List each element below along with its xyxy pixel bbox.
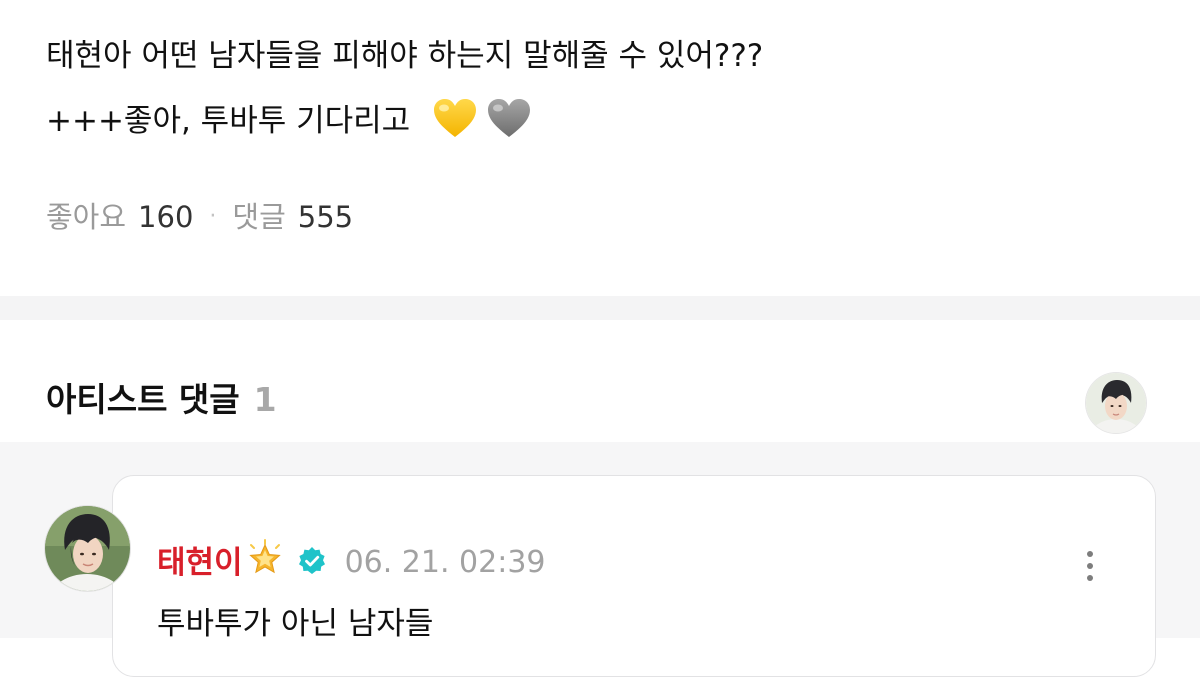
comments-count[interactable]: 555 xyxy=(298,199,353,235)
heart-emojis xyxy=(432,97,532,139)
comment-timestamp: 06. 21. 02:39 xyxy=(344,545,546,580)
post-body: 태현아 어떤 남자들을 피해야 하는지 말해줄 수 있어??? +++좋아, 투… xyxy=(0,0,1200,296)
post-text-line-2-text: +++좋아, 투바투 기다리고 xyxy=(46,103,411,139)
likes-label[interactable]: 좋아요 xyxy=(46,199,126,235)
kebab-dot-icon xyxy=(1087,563,1093,569)
comment-card[interactable]: 태현이 06. 21. 02:39 투바투가 아닌 남자들 xyxy=(112,475,1156,677)
post-stats: 좋아요 160 · 댓글 555 xyxy=(46,199,353,235)
more-options-button[interactable] xyxy=(1073,546,1107,586)
artist-avatar-small[interactable] xyxy=(1086,373,1146,433)
verified-badge-icon xyxy=(297,546,327,580)
stats-separator: · xyxy=(209,204,217,229)
artist-comments-label: 아티스트 댓글 xyxy=(46,380,240,419)
artist-comments-count: 1 xyxy=(253,380,277,419)
artist-comment-list: 태현이 06. 21. 02:39 투바투가 아닌 남자들 xyxy=(0,442,1200,677)
comment-body: 투바투가 아닌 남자들 xyxy=(157,606,434,642)
kebab-dot-icon xyxy=(1087,575,1093,581)
comments-label[interactable]: 댓글 xyxy=(232,199,285,235)
glowing-star-icon xyxy=(245,539,285,583)
comment-author-avatar[interactable] xyxy=(45,506,130,591)
kebab-dot-icon xyxy=(1087,551,1093,557)
section-divider xyxy=(0,296,1200,320)
grey-heart-icon xyxy=(486,97,532,139)
post-text-line-1: 태현아 어떤 남자들을 피해야 하는지 말해줄 수 있어??? xyxy=(46,38,764,74)
yellow-heart-icon xyxy=(432,97,478,139)
artist-comments-title: 아티스트 댓글 1 xyxy=(46,379,277,421)
artist-comments-header: 아티스트 댓글 1 xyxy=(0,320,1200,442)
comment-author-name[interactable]: 태현이 xyxy=(157,543,243,583)
likes-count[interactable]: 160 xyxy=(138,199,193,235)
post-text-line-2: +++좋아, 투바투 기다리고 xyxy=(46,97,532,141)
comment-header: 태현이 06. 21. 02:39 xyxy=(157,539,546,583)
